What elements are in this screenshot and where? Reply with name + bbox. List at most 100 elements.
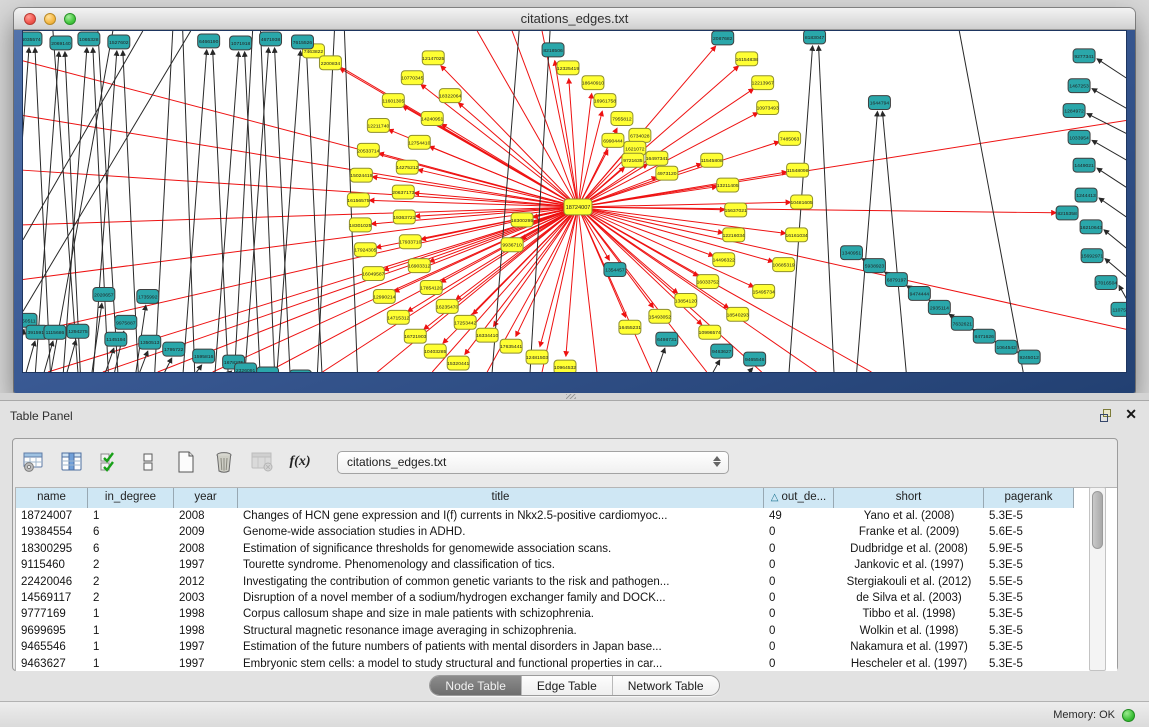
function-builder-icon[interactable]: f(x) — [287, 449, 313, 475]
node-label: 17016504 — [1095, 281, 1117, 287]
delete-column-icon-disabled — [249, 449, 275, 475]
table-scrollbar[interactable] — [1089, 487, 1106, 671]
node-label: 11548098 — [787, 168, 809, 174]
node-label: 15637021 — [725, 208, 747, 214]
select-all-icon[interactable] — [97, 449, 123, 475]
minimize-window-button[interactable] — [44, 13, 56, 25]
column-header-in_degree[interactable]: in_degree — [88, 488, 174, 508]
node-label: 11601305 — [382, 99, 404, 105]
table-cell: Nakamura et al. (1997) — [834, 639, 984, 655]
node-label: 9463627 — [712, 349, 732, 355]
tab-network-table[interactable]: Network Table — [613, 676, 719, 695]
memory-ok-indicator[interactable] — [1122, 709, 1135, 722]
column-header-pagerank[interactable]: pagerank — [984, 488, 1074, 508]
tab-node-table[interactable]: Node Table — [430, 676, 522, 695]
new-table-icon[interactable] — [173, 449, 199, 475]
column-header-title[interactable]: title — [238, 488, 764, 508]
panel-splitter[interactable] — [0, 393, 1149, 400]
column-header-name[interactable]: name — [16, 488, 88, 508]
table-body[interactable]: 1872400712008Changes of HCN gene express… — [16, 508, 1117, 671]
table-header-row[interactable]: namein_degreeyeartitle△out_de...shortpag… — [16, 488, 1117, 508]
table-cell: Wolkin et al. (1998) — [834, 623, 984, 639]
table-row[interactable]: 969969511998Structural magnetic resonanc… — [16, 623, 1117, 639]
column-header-short[interactable]: short — [834, 488, 984, 508]
node-label: 18540293 — [727, 312, 749, 318]
node-label: 1350513 — [140, 340, 160, 346]
node-label: 9975887 — [116, 320, 136, 326]
table-cell: 5.3E-5 — [984, 639, 1074, 655]
node-label: 18724007 — [566, 205, 591, 211]
node-label: 9245012 — [1019, 355, 1039, 361]
network-node[interactable] — [290, 370, 312, 372]
table-cell: Jankovic et al. (1997) — [834, 557, 984, 573]
table-cell: 0 — [764, 590, 834, 606]
close-window-button[interactable] — [24, 13, 36, 25]
table-row[interactable]: 977716911998Corpus callosum shape and si… — [16, 606, 1117, 622]
table-row[interactable]: 1938455462009Genome-wide association stu… — [16, 524, 1117, 540]
tab-edge-table[interactable]: Edge Table — [522, 676, 613, 695]
node-label: 1064542 — [997, 345, 1017, 351]
node-label: 1071918 — [231, 41, 251, 47]
splitter-grip-icon[interactable] — [566, 394, 576, 399]
table-cell: Tourette syndrome. Phenomenology and cla… — [238, 557, 764, 573]
node-label: 16033752 — [697, 280, 719, 286]
table-cell: 49 — [764, 508, 834, 524]
table-row[interactable]: 1830029562008Estimation of significance … — [16, 541, 1117, 557]
table-cell: 9115460 — [16, 557, 88, 573]
table-cell: 0 — [764, 557, 834, 573]
node-label: 12211740 — [367, 123, 389, 129]
network-window-titlebar[interactable]: citations_edges.txt — [14, 8, 1135, 30]
table-row[interactable]: 1456911722003Disruption of a novel membe… — [16, 590, 1117, 606]
delete-table-icon[interactable] — [211, 449, 237, 475]
node-label: 1621072 — [625, 146, 645, 152]
column-header-year[interactable]: year — [174, 488, 238, 508]
node-label: 9936710 — [502, 243, 522, 249]
node-label: 12213967 — [752, 81, 774, 87]
network-canvas[interactable]: 1872400712147025107703451160130512211740… — [22, 30, 1127, 373]
table-cell: 22420046 — [16, 574, 88, 590]
node-label: 13211405 — [717, 183, 739, 189]
row-options-icon[interactable] — [135, 449, 161, 475]
table-cell: Changes of HCN gene expression and I(f) … — [238, 508, 764, 524]
scrollbar-thumb[interactable] — [1092, 491, 1103, 549]
table-cell: 2003 — [174, 590, 238, 606]
node-label: 1284972 — [1064, 109, 1084, 115]
table-cell: 1998 — [174, 623, 238, 639]
table-cell: 1997 — [174, 639, 238, 655]
table-row[interactable]: 911546021997Tourette syndrome. Phenomeno… — [16, 557, 1117, 573]
node-label: 6466190 — [199, 39, 219, 45]
table-cell: Disruption of a novel member of a sodium… — [238, 590, 764, 606]
float-panel-icon[interactable] — [1100, 409, 1113, 422]
column-header-out_de...[interactable]: △out_de... — [764, 488, 834, 508]
table-settings-icon[interactable] — [21, 449, 47, 475]
node-label: 5938923 — [865, 264, 885, 270]
cytoscape-desktop: citations_edges.txt 18724007121470251077… — [0, 0, 1149, 727]
node-label: 2200834 — [321, 61, 341, 67]
table-cell: 0 — [764, 541, 834, 557]
table-row[interactable]: 2242004622012Investigating the contribut… — [16, 574, 1117, 590]
table-row[interactable]: 946362711997Embryonic stem cells: a mode… — [16, 656, 1117, 671]
node-label: 8183047 — [805, 35, 825, 41]
table-cell: 1997 — [174, 557, 238, 573]
dropdown-arrows-icon — [713, 456, 721, 467]
node-label: 10481605 — [791, 200, 813, 206]
table-cell: 0 — [764, 623, 834, 639]
table-cell: 2009 — [174, 524, 238, 540]
table-cell: 2008 — [174, 508, 238, 524]
show-columns-icon[interactable] — [59, 449, 85, 475]
node-label: 16455231 — [619, 325, 641, 331]
table-cell: Estimation of significance thresholds fo… — [238, 541, 764, 557]
node-label: 16235470 — [436, 304, 458, 310]
node-label: 18640910 — [582, 81, 604, 87]
node-table[interactable]: namein_degreeyeartitle△out_de...shortpag… — [15, 487, 1117, 671]
table-select-dropdown[interactable]: citations_edges.txt — [337, 451, 729, 474]
table-row[interactable]: 946554611997Estimation of the future num… — [16, 639, 1117, 655]
zoom-window-button[interactable] — [64, 13, 76, 25]
close-panel-icon[interactable]: ✕ — [1125, 406, 1137, 423]
table-cell: 5.6E-5 — [984, 524, 1074, 540]
node-label: 6879197 — [887, 278, 907, 284]
table-cell: 0 — [764, 574, 834, 590]
node-label: 1033954 — [1069, 135, 1089, 141]
table-row[interactable]: 1872400712008Changes of HCN gene express… — [16, 508, 1117, 524]
table-cell: 2012 — [174, 574, 238, 590]
